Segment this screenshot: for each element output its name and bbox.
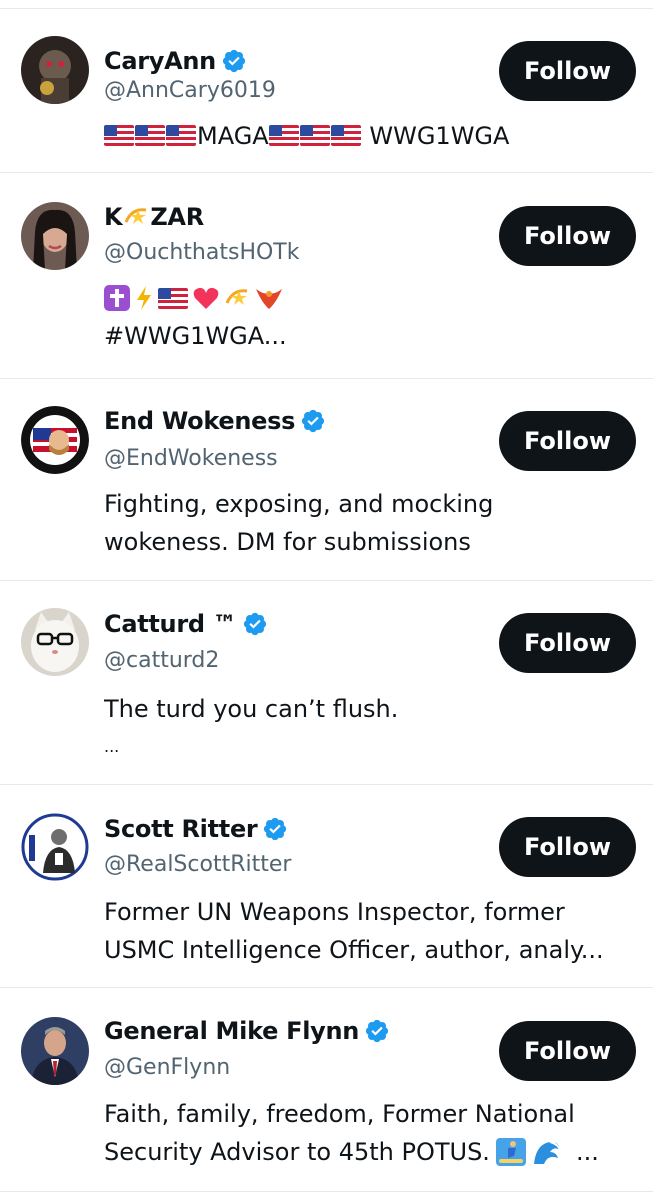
us-flag-emoji	[158, 287, 188, 309]
bio-text: Faith, family, freedom, Former National	[104, 1100, 575, 1128]
display-name-line: Catturd ™	[104, 607, 268, 641]
user-cell-scottritter[interactable]: Scott Ritter @RealScottRitter Former UN …	[0, 785, 653, 988]
avatar[interactable]	[21, 608, 89, 676]
us-flag-emoji	[166, 125, 196, 146]
display-name-line: Scott Ritter	[104, 812, 288, 846]
bio-text: #WWG1WGA...	[104, 322, 287, 350]
follow-button[interactable]: Follow	[499, 1021, 636, 1081]
handle: @RealScottRitter	[104, 852, 292, 877]
bio-text: Security Advisor to 45th POTUS.	[104, 1138, 490, 1166]
heart-emoji	[192, 285, 220, 311]
display-name-line: CaryAnn	[104, 44, 247, 78]
bio-text: ...	[104, 737, 120, 756]
dizzy-emoji	[122, 204, 150, 230]
us-flag-emoji	[135, 125, 165, 146]
bio-text: wokeness. DM for submissions	[104, 528, 471, 556]
user-cell-caryann[interactable]: CaryAnn @AnnCary6019 MAGA WWG1WGA Follow	[0, 8, 653, 173]
bio-text: ...	[575, 1138, 599, 1166]
lightning-emoji	[133, 285, 155, 311]
bio-text: MAGA	[197, 122, 269, 150]
follow-button[interactable]: Follow	[499, 817, 636, 877]
display-name-line: End Wokeness	[104, 404, 326, 438]
handle: @GenFlynn	[104, 1055, 231, 1080]
handle: @catturd2	[104, 648, 220, 673]
avatar[interactable]	[21, 813, 89, 881]
avatar[interactable]	[21, 406, 89, 474]
handle: @EndWokeness	[104, 446, 278, 471]
user-cell-kozar[interactable]: K ZAR @OuchthatsHOTk #WWG1WGA... Follow	[0, 173, 653, 379]
bio-text: WWG1WGA	[369, 122, 510, 150]
follow-button[interactable]: Follow	[499, 206, 636, 266]
handle: @AnnCary6019	[104, 78, 276, 103]
handle: @OuchthatsHOTk	[104, 240, 300, 265]
user-cell-genflynn[interactable]: General Mike Flynn @GenFlynn Faith, fami…	[0, 988, 653, 1192]
display-name[interactable]: General Mike Flynn	[104, 1017, 359, 1045]
verified-badge-icon	[221, 48, 247, 74]
display-name-line: K ZAR	[104, 200, 204, 234]
us-flag-emoji	[268, 125, 299, 146]
avatar[interactable]	[21, 36, 89, 104]
display-name-right[interactable]: ZAR	[150, 203, 204, 231]
bio-text: USMC Intelligence Officer, author, analy…	[104, 936, 604, 964]
avatar[interactable]	[21, 1017, 89, 1085]
follow-button[interactable]: Follow	[499, 41, 636, 101]
bio: Faith, family, freedom, Former National …	[104, 1095, 634, 1171]
display-name-line: General Mike Flynn	[104, 1014, 390, 1048]
display-name[interactable]: CaryAnn	[104, 47, 216, 75]
follow-button[interactable]: Follow	[499, 613, 636, 673]
cross-emoji	[104, 285, 130, 311]
display-name-left[interactable]: K	[104, 203, 123, 231]
bio: MAGA WWG1WGA	[104, 117, 634, 155]
us-flag-emoji	[330, 125, 361, 146]
bio-text: The turd you can’t flush.	[104, 695, 399, 723]
verified-badge-icon	[242, 611, 268, 637]
user-cell-catturd[interactable]: Catturd ™ @catturd2 The turd you can’t f…	[0, 581, 653, 785]
us-flag-emoji	[104, 125, 134, 146]
bio: Former UN Weapons Inspector, former USMC…	[104, 893, 634, 969]
bio-text: Fighting, exposing, and mocking	[104, 490, 494, 518]
display-name[interactable]: End Wokeness	[104, 407, 295, 435]
bio: Fighting, exposing, and mocking wokeness…	[104, 485, 634, 561]
us-flag-emoji	[299, 125, 330, 146]
who-to-follow-list: CaryAnn @AnnCary6019 MAGA WWG1WGA Follow…	[0, 0, 653, 1200]
dizzy-emoji	[223, 285, 251, 311]
display-name[interactable]: Scott Ritter	[104, 815, 258, 843]
phoenix-emoji	[254, 285, 284, 311]
user-cell-endwokeness[interactable]: End Wokeness @EndWokeness Fighting, expo…	[0, 379, 653, 581]
verified-badge-icon	[262, 816, 288, 842]
wave-emoji	[532, 1138, 562, 1166]
avatar[interactable]	[21, 202, 89, 270]
surfer-emoji	[495, 1138, 526, 1166]
display-name[interactable]: Catturd ™	[104, 610, 237, 638]
verified-badge-icon	[300, 408, 326, 434]
follow-button[interactable]: Follow	[499, 411, 636, 471]
bio: The turd you can’t flush. ...	[104, 690, 634, 766]
verified-badge-icon	[364, 1018, 390, 1044]
bio: #WWG1WGA...	[104, 279, 634, 355]
bio-text: Former UN Weapons Inspector, former	[104, 898, 565, 926]
